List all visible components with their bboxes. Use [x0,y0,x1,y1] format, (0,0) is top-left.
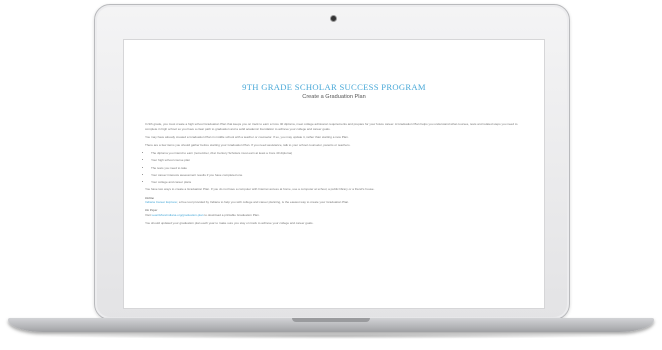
list-item: The diploma you intend to earn (remember… [151,151,529,156]
laptop-lid: 9TH GRADE SCHOLAR SUCCESS PROGRAM Create… [94,4,570,320]
paper-paragraph: Visit LearnMoreIndiana.org/graduation-pl… [145,213,529,218]
online-text: , a free tool provided by Indiana to hel… [177,200,350,205]
laptop-screen: 9TH GRADE SCHOLAR SUCCESS PROGRAM Create… [123,39,545,309]
items-list: The diploma you intend to earn (remember… [145,151,529,185]
laptop-base [8,318,654,332]
graduation-plan-link[interactable]: LearnMoreIndiana.org/graduation-plan [152,213,204,217]
intro-paragraph: In 9th grade, you must create a high sch… [145,122,518,131]
article-body: In 9th grade, you must create a high sch… [145,122,529,229]
camera-icon [331,16,336,21]
update-paragraph: You should updated your graduation plan … [145,221,314,226]
laptop-shadow [30,333,632,339]
list-item: Your high school course plan [151,158,529,163]
middle-school-paragraph: You may have already created a Graduatio… [145,134,349,139]
two-ways-paragraph: You have two ways to create a Graduation… [145,187,375,192]
paper-text: to download a printable Graduation Plan. [203,213,260,218]
page-subtitle: Create a Graduation Plan [302,94,366,100]
page-title: 9TH GRADE SCHOLAR SUCCESS PROGRAM [242,82,426,92]
online-paragraph: Indiana Career Explorer, a free tool pro… [145,200,529,205]
laptop-base-notch [292,318,370,322]
list-item: Your career interests assessment results… [151,173,529,178]
list-item: Your college and career plans [151,180,529,185]
indiana-career-explorer-link[interactable]: Indiana Career Explorer [145,200,177,204]
list-item: The tests you need to take [151,166,529,171]
items-intro-paragraph: There are a few items you should gather … [145,142,351,147]
